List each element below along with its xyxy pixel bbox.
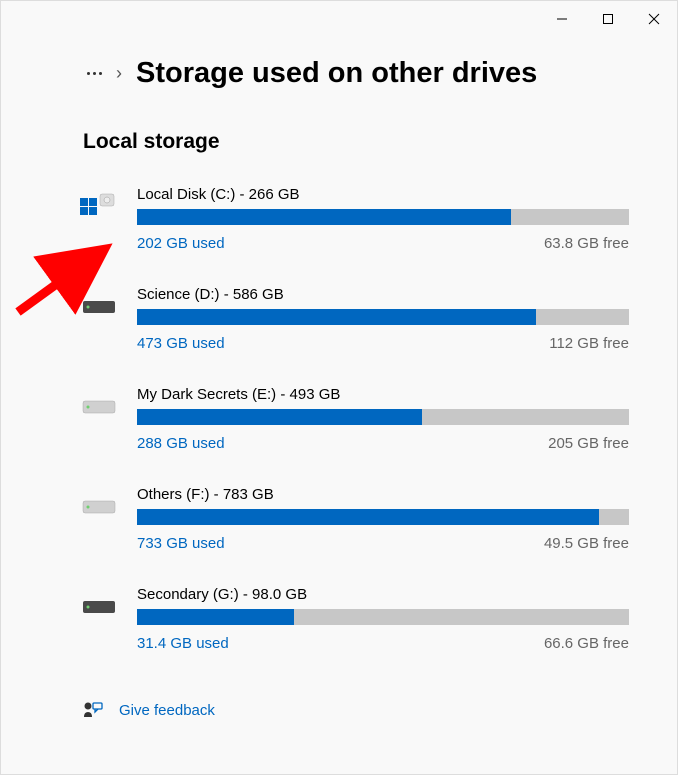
storage-bar (137, 209, 629, 225)
drive-stats: 288 GB used 205 GB free (137, 435, 629, 452)
feedback-row: Give feedback (83, 700, 629, 720)
drive-item[interactable]: Science (D:) - 586 GB 473 GB used 112 GB… (79, 284, 629, 354)
feedback-icon (83, 700, 103, 720)
free-text: 205 GB free (548, 435, 629, 452)
settings-window: › Storage used on other drives Local sto… (0, 0, 678, 775)
free-text: 112 GB free (549, 335, 629, 352)
used-text[interactable]: 31.4 GB used (137, 635, 229, 652)
free-text: 49.5 GB free (544, 535, 629, 552)
close-button[interactable] (631, 3, 677, 35)
hard-drive-icon (79, 388, 119, 424)
chevron-right-icon: › (116, 63, 122, 84)
drive-body: My Dark Secrets (E:) - 493 GB 288 GB use… (137, 386, 629, 452)
hard-drive-icon (79, 288, 119, 324)
used-text[interactable]: 288 GB used (137, 435, 225, 452)
breadcrumb: › Storage used on other drives (87, 57, 629, 90)
drive-body: Secondary (G:) - 98.0 GB 31.4 GB used 66… (137, 586, 629, 652)
drive-item[interactable]: Local Disk (C:) - 266 GB 202 GB used 63.… (79, 184, 629, 254)
drive-body: Others (F:) - 783 GB 733 GB used 49.5 GB… (137, 486, 629, 552)
storage-bar (137, 409, 629, 425)
storage-bar-fill (137, 309, 536, 325)
drive-stats: 733 GB used 49.5 GB free (137, 535, 629, 552)
drive-stats: 473 GB used 112 GB free (137, 335, 629, 352)
minimize-button[interactable] (539, 3, 585, 35)
titlebar (1, 1, 677, 37)
storage-bar-fill (137, 509, 599, 525)
drive-item[interactable]: My Dark Secrets (E:) - 493 GB 288 GB use… (79, 384, 629, 454)
drive-label: Others (F:) - 783 GB (137, 486, 629, 503)
free-text: 66.6 GB free (544, 635, 629, 652)
storage-bar (137, 309, 629, 325)
drive-label: Science (D:) - 586 GB (137, 286, 629, 303)
ellipsis-icon[interactable] (87, 72, 102, 75)
give-feedback-link[interactable]: Give feedback (119, 702, 215, 719)
storage-bar-fill (137, 609, 294, 625)
used-text[interactable]: 473 GB used (137, 335, 225, 352)
drive-label: My Dark Secrets (E:) - 493 GB (137, 386, 629, 403)
drive-body: Local Disk (C:) - 266 GB 202 GB used 63.… (137, 186, 629, 252)
drive-label: Local Disk (C:) - 266 GB (137, 186, 629, 203)
maximize-button[interactable] (585, 3, 631, 35)
storage-bar-fill (137, 409, 422, 425)
drive-label: Secondary (G:) - 98.0 GB (137, 586, 629, 603)
drive-body: Science (D:) - 586 GB 473 GB used 112 GB… (137, 286, 629, 352)
drive-stats: 31.4 GB used 66.6 GB free (137, 635, 629, 652)
content-area: › Storage used on other drives Local sto… (1, 37, 677, 740)
drives-list: Local Disk (C:) - 266 GB 202 GB used 63.… (79, 184, 629, 654)
windows-drive-icon (79, 188, 119, 224)
storage-bar-fill (137, 209, 511, 225)
drive-item[interactable]: Others (F:) - 783 GB 733 GB used 49.5 GB… (79, 484, 629, 554)
hard-drive-icon (79, 488, 119, 524)
used-text[interactable]: 733 GB used (137, 535, 225, 552)
hard-drive-icon (79, 588, 119, 624)
used-text[interactable]: 202 GB used (137, 235, 225, 252)
page-title: Storage used on other drives (136, 57, 537, 90)
section-title: Local storage (83, 130, 629, 154)
storage-bar (137, 609, 629, 625)
storage-bar (137, 509, 629, 525)
free-text: 63.8 GB free (544, 235, 629, 252)
drive-stats: 202 GB used 63.8 GB free (137, 235, 629, 252)
drive-item[interactable]: Secondary (G:) - 98.0 GB 31.4 GB used 66… (79, 584, 629, 654)
